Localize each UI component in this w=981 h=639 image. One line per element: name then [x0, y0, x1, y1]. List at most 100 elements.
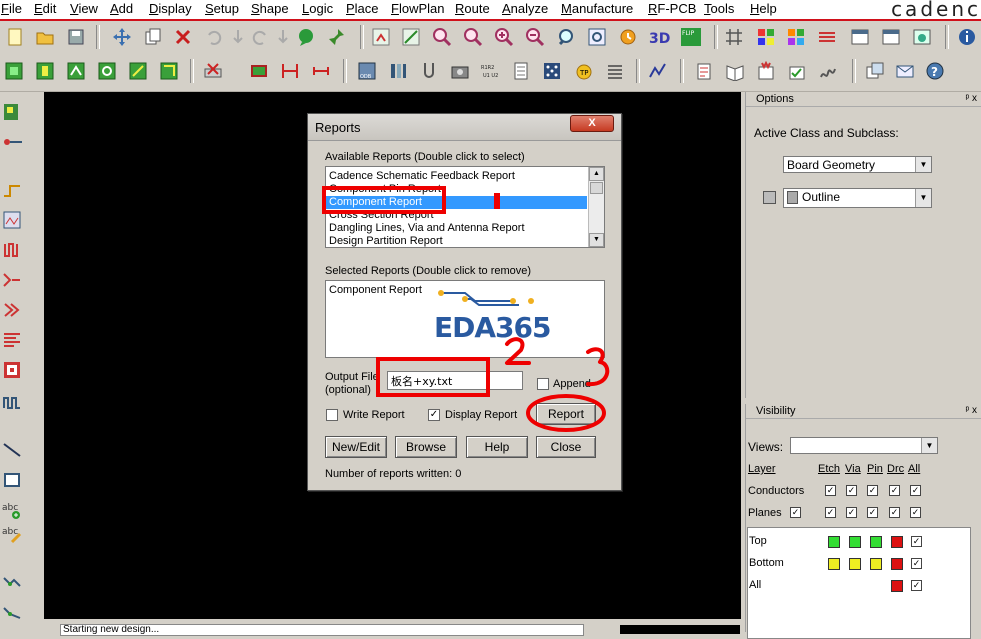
refdes-icon[interactable]: R1R2 U1 U2 — [480, 61, 500, 81]
pin-close-icon[interactable]: ᵖ x — [965, 92, 977, 106]
menu-shape[interactable]: Shape — [251, 0, 289, 17]
bottom-via-color[interactable] — [849, 558, 861, 570]
menu-view[interactable]: View — [70, 0, 98, 17]
menu-manufacture[interactable]: Manufacture — [561, 0, 633, 17]
scroll-down-icon[interactable]: ▼ — [589, 233, 604, 247]
place-icon[interactable] — [249, 61, 269, 81]
planes-drc-checkbox[interactable]: ✓ — [889, 507, 900, 518]
zoom-previous-icon[interactable] — [556, 27, 576, 47]
list-item[interactable]: Dangling Lines, Via and Antenna Report — [329, 222, 525, 235]
odb-icon[interactable]: ODB — [357, 61, 377, 81]
class-dropdown[interactable]: Board Geometry ▼ — [783, 156, 932, 173]
help-icon[interactable]: ? — [925, 61, 945, 81]
comment-icon[interactable] — [296, 27, 316, 47]
grid-toggle-icon[interactable] — [724, 27, 744, 47]
undo-down-icon[interactable] — [228, 27, 248, 47]
scroll-up-icon[interactable]: ▲ — [589, 167, 604, 181]
pin-icon[interactable] — [326, 27, 346, 47]
open-folder-icon[interactable] — [35, 27, 55, 47]
constraint-icon[interactable] — [850, 27, 870, 47]
list-item[interactable]: Component Report — [329, 284, 422, 297]
menu-flowplan[interactable]: FlowPlan — [391, 0, 444, 17]
conductors-via-checkbox[interactable]: ✓ — [846, 485, 857, 496]
route-icon[interactable] — [4, 61, 24, 81]
add-connect-icon[interactable] — [2, 180, 22, 200]
delay-tune-icon[interactable] — [97, 61, 117, 81]
top-drc-color[interactable] — [891, 536, 903, 548]
planes-toggle-checkbox[interactable]: ✓ — [790, 507, 801, 518]
report-icon[interactable] — [648, 61, 668, 81]
probe-icon[interactable] — [419, 61, 439, 81]
flip-icon[interactable]: FLIP — [680, 27, 702, 47]
save-icon[interactable] — [66, 27, 86, 47]
zoom-area-icon[interactable] — [463, 27, 483, 47]
line-icon[interactable] — [2, 440, 22, 460]
copper-shape-icon[interactable] — [2, 572, 22, 592]
rectangle-icon[interactable] — [2, 470, 22, 490]
top-via-color[interactable] — [849, 536, 861, 548]
refresh-icon[interactable] — [618, 27, 638, 47]
list-item[interactable]: Design Partition Report — [329, 235, 443, 247]
swap-icon[interactable] — [605, 61, 625, 81]
group-icon[interactable] — [2, 300, 22, 320]
cline-icon[interactable] — [2, 602, 22, 622]
new-file-icon[interactable] — [5, 27, 25, 47]
bottom-etch-color[interactable] — [828, 558, 840, 570]
drill-icon[interactable] — [542, 61, 562, 81]
dialog-titlebar[interactable]: Reports X — [308, 114, 621, 141]
bookmark-icon[interactable] — [511, 61, 531, 81]
dimension-alt-icon[interactable] — [311, 61, 331, 81]
matrix-icon[interactable] — [388, 61, 408, 81]
window-icon[interactable] — [818, 61, 838, 81]
close-button[interactable]: Close — [536, 436, 596, 458]
conductors-drc-checkbox[interactable]: ✓ — [889, 485, 900, 496]
top-all-checkbox[interactable]: ✓ — [911, 536, 922, 547]
top-etch-color[interactable] — [828, 536, 840, 548]
menu-logic[interactable]: Logic — [302, 0, 333, 17]
bus-icon[interactable] — [2, 270, 22, 290]
mail-icon[interactable] — [895, 61, 915, 81]
new-edit-button[interactable]: New/Edit — [325, 436, 387, 458]
route-icon[interactable] — [2, 132, 22, 152]
select-icon[interactable] — [2, 102, 22, 122]
bottom-drc-color[interactable] — [891, 558, 903, 570]
top-pin-color[interactable] — [870, 536, 882, 548]
fanout-icon[interactable] — [159, 61, 179, 81]
skill-icon[interactable] — [787, 61, 807, 81]
move-icon[interactable] — [112, 27, 132, 47]
planes-etch-checkbox[interactable]: ✓ — [825, 507, 836, 518]
conductors-all-checkbox[interactable]: ✓ — [910, 485, 921, 496]
scroll-thumb[interactable] — [590, 182, 603, 194]
delay-icon[interactable] — [2, 210, 22, 230]
menu-route[interactable]: Route — [455, 0, 490, 17]
menu-edit[interactable]: Edit — [34, 0, 56, 17]
align-icon[interactable] — [2, 330, 22, 350]
info-icon[interactable] — [957, 27, 977, 47]
browse-button[interactable]: Browse — [395, 436, 457, 458]
dfm-icon[interactable] — [912, 27, 932, 47]
text-edit-icon[interactable]: abc — [2, 524, 22, 544]
list-item[interactable]: Cadence Schematic Feedback Report — [329, 170, 515, 183]
undo-icon[interactable] — [204, 27, 224, 47]
conductors-etch-checkbox[interactable]: ✓ — [825, 485, 836, 496]
append-checkbox[interactable] — [537, 378, 549, 390]
close-icon[interactable]: X — [570, 115, 614, 132]
menu-tools[interactable]: Tools — [704, 0, 734, 17]
menu-display[interactable]: Display — [149, 0, 192, 17]
window-alt-icon[interactable] — [865, 61, 885, 81]
display-report-checkbox[interactable]: ✓ — [428, 409, 440, 421]
dfa-icon[interactable] — [881, 27, 901, 47]
list-scrollbar[interactable]: ▲ ▼ — [588, 167, 604, 247]
menu-help[interactable]: Help — [750, 0, 777, 17]
add-via-icon[interactable] — [128, 61, 148, 81]
copy-icon[interactable] — [143, 27, 163, 47]
verify-icon[interactable] — [756, 61, 776, 81]
bottom-all-checkbox[interactable]: ✓ — [911, 558, 922, 569]
menu-rf-pcb[interactable]: RF-PCB — [648, 0, 696, 17]
zoom-out-icon[interactable] — [525, 27, 545, 47]
meander-icon[interactable] — [2, 392, 22, 412]
redo-icon[interactable] — [250, 27, 270, 47]
connect-icon[interactable] — [35, 61, 55, 81]
help-button[interactable]: Help — [466, 436, 528, 458]
fanout-icon[interactable] — [2, 240, 22, 260]
